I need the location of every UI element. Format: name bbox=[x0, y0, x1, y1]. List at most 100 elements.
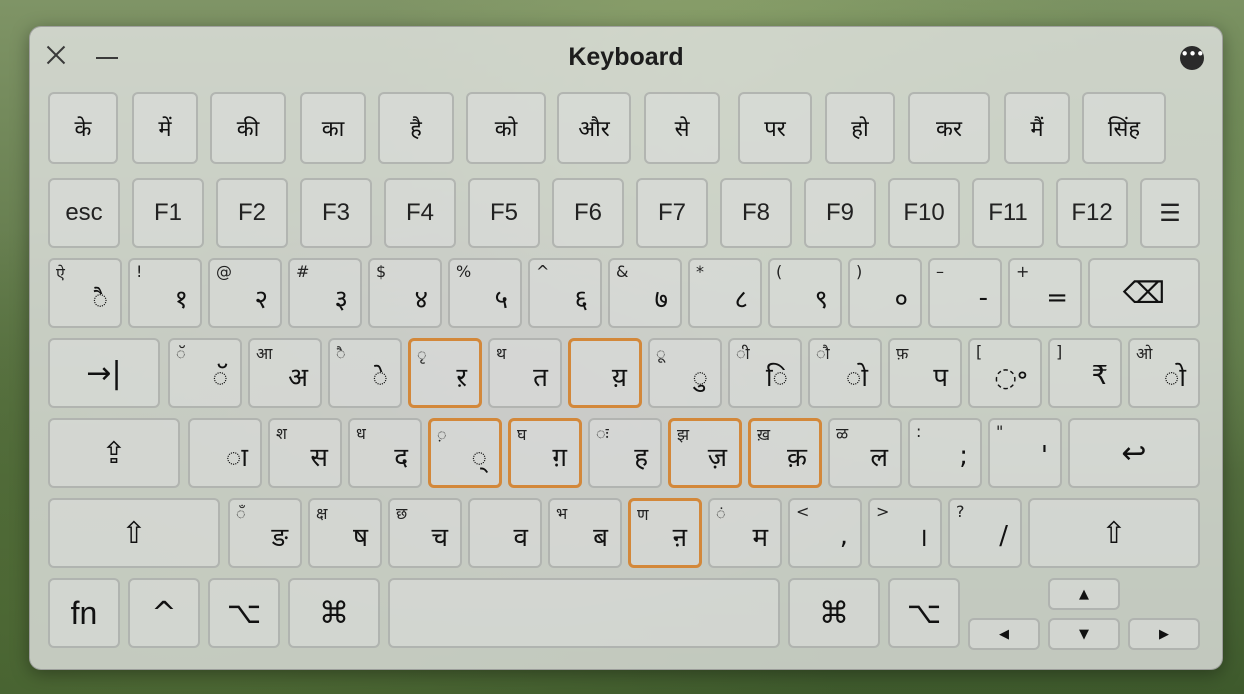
number-key[interactable]: ^ ६ bbox=[528, 258, 602, 328]
number-key[interactable]: #३ bbox=[288, 258, 362, 328]
function-key[interactable]: F10 bbox=[888, 178, 960, 248]
candidate-key[interactable]: में bbox=[132, 92, 198, 164]
key-label: का bbox=[321, 117, 345, 142]
candidate-key[interactable]: और bbox=[557, 92, 631, 164]
function-key[interactable]: F9 bbox=[804, 178, 876, 248]
key-label: है bbox=[410, 117, 422, 142]
control-key[interactable]: ^ bbox=[128, 578, 200, 648]
letter-key[interactable]: " ' bbox=[988, 418, 1062, 488]
letter-key[interactable]: य़ bbox=[568, 338, 642, 408]
letter-key[interactable]: <, bbox=[788, 498, 862, 568]
number-key[interactable]: @२ bbox=[208, 258, 282, 328]
number-key[interactable]: * ८ bbox=[688, 258, 762, 328]
letter-key[interactable]: ◌ू ◌ु bbox=[648, 338, 722, 408]
candidate-key[interactable]: पर bbox=[738, 92, 812, 164]
menu-key[interactable]: ☰ bbox=[1140, 178, 1200, 248]
number-key[interactable]: ) ० bbox=[848, 258, 922, 328]
letter-key[interactable]: धद bbox=[348, 418, 422, 488]
letter-key[interactable]: > । bbox=[868, 498, 942, 568]
letter-key[interactable]: घ ग़ bbox=[508, 418, 582, 488]
letter-key[interactable]: थत bbox=[488, 338, 562, 408]
arrow-right-key[interactable]: ▶ bbox=[1128, 618, 1200, 650]
delete-key[interactable]: ⌫ bbox=[1088, 258, 1200, 328]
option-key-left[interactable]: ⌥ bbox=[208, 578, 280, 648]
command-key-right[interactable]: ⌘ bbox=[788, 578, 880, 648]
space-bar[interactable] bbox=[388, 578, 780, 648]
letter-key[interactable]: णऩ bbox=[628, 498, 702, 568]
candidate-key[interactable]: मैं bbox=[1004, 92, 1070, 164]
candidate-key[interactable]: कर bbox=[908, 92, 990, 164]
letter-key[interactable]: फ़ प bbox=[888, 338, 962, 408]
letter-key[interactable]: ] ₹ bbox=[1048, 338, 1122, 408]
function-key[interactable]: F11 bbox=[972, 178, 1044, 248]
letter-key[interactable]: ओ ◌ो bbox=[1128, 338, 1200, 408]
function-key[interactable]: F2 bbox=[216, 178, 288, 248]
shift-key[interactable]: ⇧ bbox=[1028, 498, 1200, 568]
letter-key[interactable]: व bbox=[468, 498, 542, 568]
function-key[interactable]: F8 bbox=[720, 178, 792, 248]
candidate-key[interactable]: की bbox=[210, 92, 286, 164]
number-key[interactable]: & ७ bbox=[608, 258, 682, 328]
letter-key[interactable]: शस bbox=[268, 418, 342, 488]
letter-key[interactable]: ◌ृ ऱ bbox=[408, 338, 482, 408]
candidate-key[interactable]: के bbox=[48, 92, 118, 164]
letter-key[interactable]: ◌ी ◌ि bbox=[728, 338, 802, 408]
option-key-right[interactable]: ⌥ bbox=[888, 578, 960, 648]
key-label: में bbox=[158, 117, 172, 142]
caps-lock-key[interactable]: ⇪ bbox=[48, 418, 180, 488]
command-key-left[interactable]: ⌘ bbox=[288, 578, 380, 648]
fn-key[interactable]: fn bbox=[48, 578, 120, 648]
letter-key[interactable]: [◌॰ bbox=[968, 338, 1042, 408]
letter-key[interactable]: ळल bbox=[828, 418, 902, 488]
candidate-key[interactable]: हो bbox=[825, 92, 895, 164]
letter-key[interactable]: ◌ं म bbox=[708, 498, 782, 568]
letter-key[interactable]: :; bbox=[908, 418, 982, 488]
candidate-key[interactable]: सिंह bbox=[1082, 92, 1166, 164]
candidate-key[interactable]: को bbox=[466, 92, 546, 164]
letter-key[interactable]: ◌ा bbox=[188, 418, 262, 488]
key-label: ' bbox=[1040, 441, 1048, 471]
number-key[interactable]: (९ bbox=[768, 258, 842, 328]
function-key[interactable]: F7 bbox=[636, 178, 708, 248]
letter-key[interactable]: आअ bbox=[248, 338, 322, 408]
candidate-key[interactable]: है bbox=[378, 92, 454, 164]
letter-key[interactable]: छच bbox=[388, 498, 462, 568]
number-key[interactable]: – - bbox=[928, 258, 1002, 328]
function-key[interactable]: F4 bbox=[384, 178, 456, 248]
function-key[interactable]: F1 bbox=[132, 178, 204, 248]
key-label: मैं bbox=[1030, 117, 1044, 142]
key-label: ◌॰ bbox=[994, 363, 1028, 393]
letter-key[interactable]: क्ष ष bbox=[308, 498, 382, 568]
tab-key[interactable]: →| bbox=[48, 338, 160, 408]
letter-key[interactable]: ◌ँ ङ bbox=[228, 498, 302, 568]
key-label: स bbox=[310, 443, 328, 473]
letter-key[interactable]: भब bbox=[548, 498, 622, 568]
function-key[interactable]: F5 bbox=[468, 178, 540, 248]
letter-key[interactable]: ◌ः ह bbox=[588, 418, 662, 488]
function-key[interactable]: F3 bbox=[300, 178, 372, 248]
number-key[interactable]: + = bbox=[1008, 258, 1082, 328]
escape-key[interactable]: esc bbox=[48, 178, 120, 248]
key-label: ⇧ bbox=[121, 515, 147, 551]
letter-key[interactable]: ◌ै ◌े bbox=[328, 338, 402, 408]
candidate-key[interactable]: का bbox=[300, 92, 366, 164]
arrow-down-key[interactable]: ▼ bbox=[1048, 618, 1120, 650]
number-key[interactable]: ! १ bbox=[128, 258, 202, 328]
letter-key[interactable]: ख़ क़ bbox=[748, 418, 822, 488]
candidate-key[interactable]: से bbox=[644, 92, 720, 164]
key-label: के bbox=[74, 117, 92, 142]
shift-key[interactable]: ⇧ bbox=[48, 498, 220, 568]
arrow-up-key[interactable]: ▲ bbox=[1048, 578, 1120, 610]
letter-key[interactable]: ◌ौ ◌ो bbox=[808, 338, 882, 408]
number-key[interactable]: % ५ bbox=[448, 258, 522, 328]
function-key[interactable]: F12 bbox=[1056, 178, 1128, 248]
letter-key[interactable]: ◌ॅ ◌ॅ bbox=[168, 338, 242, 408]
number-key[interactable]: $४ bbox=[368, 258, 442, 328]
letter-key[interactable]: ? / bbox=[948, 498, 1022, 568]
number-key[interactable]: ऐ ◌ै bbox=[48, 258, 122, 328]
letter-key[interactable]: ◌़ ◌् bbox=[428, 418, 502, 488]
function-key[interactable]: F6 bbox=[552, 178, 624, 248]
return-key[interactable]: ↩ bbox=[1068, 418, 1200, 488]
letter-key[interactable]: झ ज़ bbox=[668, 418, 742, 488]
arrow-left-key[interactable]: ◀ bbox=[968, 618, 1040, 650]
